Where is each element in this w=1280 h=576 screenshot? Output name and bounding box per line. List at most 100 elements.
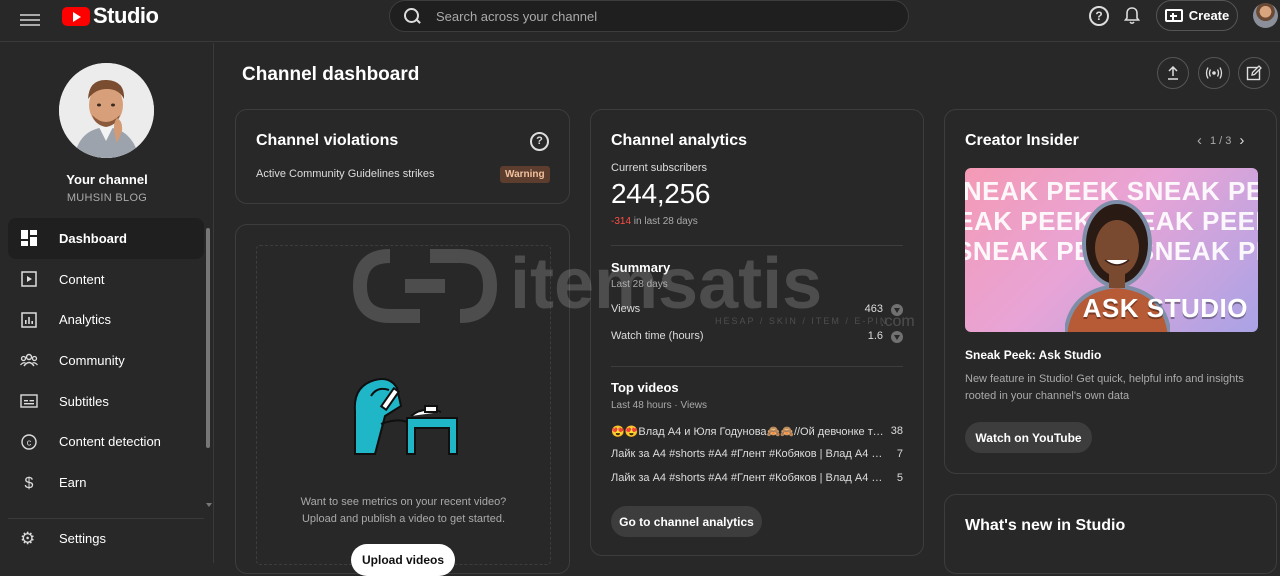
video-title: 😍😍Влад А4 и Юля Годунова🙈🙈//Ой девчонке … [611, 426, 886, 438]
dollar-icon: $ [20, 473, 38, 491]
upload-button[interactable] [1157, 57, 1189, 89]
search-icon[interactable] [404, 8, 420, 24]
violations-help-icon[interactable]: ? [530, 132, 549, 151]
settings-label: Settings [59, 531, 106, 546]
hamburger-menu-icon[interactable] [20, 11, 40, 29]
video-title: Лайк за А4 #shorts #A4 #Глент #Кобяков |… [611, 448, 886, 460]
creator-insider-card: Creator Insider ‹ 1 / 3 › SNEAK PEEK SNE… [944, 109, 1277, 474]
video-title: Лайк за А4 #shorts #A4 #Глент #Кобяков |… [611, 472, 886, 484]
insider-pager: ‹ 1 / 3 › [1189, 132, 1252, 149]
sidebar-item-label: Content [59, 271, 105, 287]
your-channel-label: Your channel [66, 172, 148, 187]
top-bar: Studio ? Create [0, 0, 1280, 42]
metric-label: Watch time (hours) [611, 330, 704, 342]
violations-title: Channel violations [256, 132, 399, 149]
upload-dropzone: Want to see metrics on your recent video… [256, 245, 551, 576]
upload-icon [1168, 66, 1178, 80]
sidebar-item-label: Analytics [59, 312, 112, 328]
sidebar-item-label: Earn [59, 474, 87, 490]
subscriber-count: 244,256 [611, 178, 711, 209]
analytics-icon [20, 311, 38, 329]
channel-avatar[interactable] [59, 63, 154, 158]
channel-analytics-card: Channel analytics Current subscribers 24… [590, 109, 924, 556]
help-icon[interactable]: ? [1089, 6, 1109, 26]
upload-prompt: Want to see metrics on your recent video… [257, 494, 550, 528]
metric-label: Views [611, 303, 641, 315]
sidebar-item-community[interactable]: Community [8, 340, 204, 381]
sidebar-item-label: Community [59, 352, 125, 368]
upload-prompt-line2: Upload and publish a video to get starte… [301, 513, 506, 525]
go-to-analytics-button[interactable]: Go to channel analytics [611, 506, 762, 537]
watch-on-youtube-button[interactable]: Watch on YouTube [965, 422, 1092, 453]
chevron-left-icon[interactable]: ‹ [1197, 132, 1202, 149]
divider [611, 366, 903, 367]
sidebar-nav: Dashboard Content Analytics Community Su… [8, 218, 204, 503]
upload-illustration [353, 378, 458, 455]
video-views: 38 [890, 425, 903, 437]
metric-watch-time-row: Watch time (hours) 1.6 [611, 330, 903, 346]
whats-new-card: What's new in Studio [944, 494, 1277, 574]
create-video-icon [1164, 9, 1183, 22]
search-bar[interactable] [389, 0, 909, 32]
insider-video-thumbnail[interactable]: SNEAK PEEK SNEAK PEEK SNEAK PEEK SNEAK P… [965, 168, 1258, 332]
copyright-icon: c [20, 433, 38, 451]
thumbnail-caption: ASK STUDIO [1082, 293, 1248, 323]
video-views: 5 [896, 472, 903, 484]
svg-text:$: $ [25, 475, 34, 491]
sidebar-item-subtitles[interactable]: Subtitles [8, 381, 204, 422]
channel-name: MUHSIN BLOG [66, 192, 148, 204]
summary-title: Summary [611, 260, 671, 275]
pager-count: 1 / 3 [1210, 134, 1232, 147]
search-input[interactable] [436, 8, 876, 24]
svg-text:c: c [27, 437, 32, 447]
metric-views-row: Views 463 [611, 303, 903, 319]
top-video-row[interactable]: Лайк за А4 #shorts #A4 #Глент #Кобяков |… [611, 448, 903, 464]
sidebar-item-label: Subtitles [59, 393, 109, 409]
metric-value: 463 [864, 303, 883, 315]
subscribers-label: Current subscribers [611, 162, 707, 174]
youtube-play-icon [62, 6, 90, 26]
insider-title: Creator Insider [965, 132, 1079, 149]
arrow-down-icon [891, 331, 903, 343]
gear-icon: ⚙ [20, 528, 36, 548]
subtitles-icon [20, 392, 38, 410]
sidebar-item-dashboard[interactable]: Dashboard [8, 218, 204, 259]
edit-icon [1246, 65, 1262, 81]
go-live-button[interactable] [1198, 57, 1230, 89]
sidebar-item-analytics[interactable]: Analytics [8, 299, 204, 340]
live-broadcast-icon [1205, 67, 1223, 79]
page-title: Channel dashboard [242, 64, 420, 85]
sidebar-item-earn[interactable]: $ Earn [8, 462, 204, 503]
scroll-down-arrow-icon[interactable] [206, 503, 212, 507]
sidebar-item-content[interactable]: Content [8, 259, 204, 300]
warning-badge: Warning [500, 166, 550, 183]
sidebar-scrollbar[interactable] [206, 228, 210, 448]
strikes-label: Active Community Guidelines strikes [256, 168, 435, 180]
top-videos-period: Last 48 hours · Views [611, 400, 707, 411]
analytics-title: Channel analytics [611, 132, 748, 149]
chevron-right-icon[interactable]: › [1239, 132, 1244, 149]
metric-value: 1.6 [867, 330, 883, 342]
insider-video-title: Sneak Peek: Ask Studio [965, 348, 1102, 362]
account-avatar[interactable] [1253, 3, 1278, 28]
studio-logo[interactable]: Studio [62, 3, 159, 28]
top-video-row[interactable]: Лайк за А4 #shorts #A4 #Глент #Кобяков |… [611, 472, 903, 488]
dashboard-icon [20, 229, 38, 247]
sidebar-item-content-detection[interactable]: c Content detection [8, 421, 204, 462]
notifications-bell-icon[interactable] [1124, 6, 1140, 26]
upload-video-card: Want to see metrics on your recent video… [235, 224, 570, 576]
sidebar-item-settings[interactable]: ⚙ Settings [8, 518, 204, 558]
channel-violations-card: Channel violations ? Active Community Gu… [235, 109, 570, 204]
top-video-row[interactable]: 😍😍Влад А4 и Юля Годунова🙈🙈//Ой девчонке … [611, 425, 903, 441]
whats-new-title: What's new in Studio [965, 517, 1126, 534]
upload-videos-button[interactable]: Upload videos [351, 544, 455, 576]
upload-prompt-line1: Want to see metrics on your recent video… [300, 496, 507, 508]
arrow-down-icon [891, 304, 903, 316]
summary-period: Last 28 days [611, 279, 668, 290]
create-button[interactable]: Create [1156, 0, 1238, 31]
divider [611, 245, 903, 246]
create-post-button[interactable] [1238, 57, 1270, 89]
top-videos-title: Top videos [611, 380, 679, 395]
logo-text: Studio [93, 3, 159, 28]
subscriber-change-value: -314 [611, 216, 632, 227]
